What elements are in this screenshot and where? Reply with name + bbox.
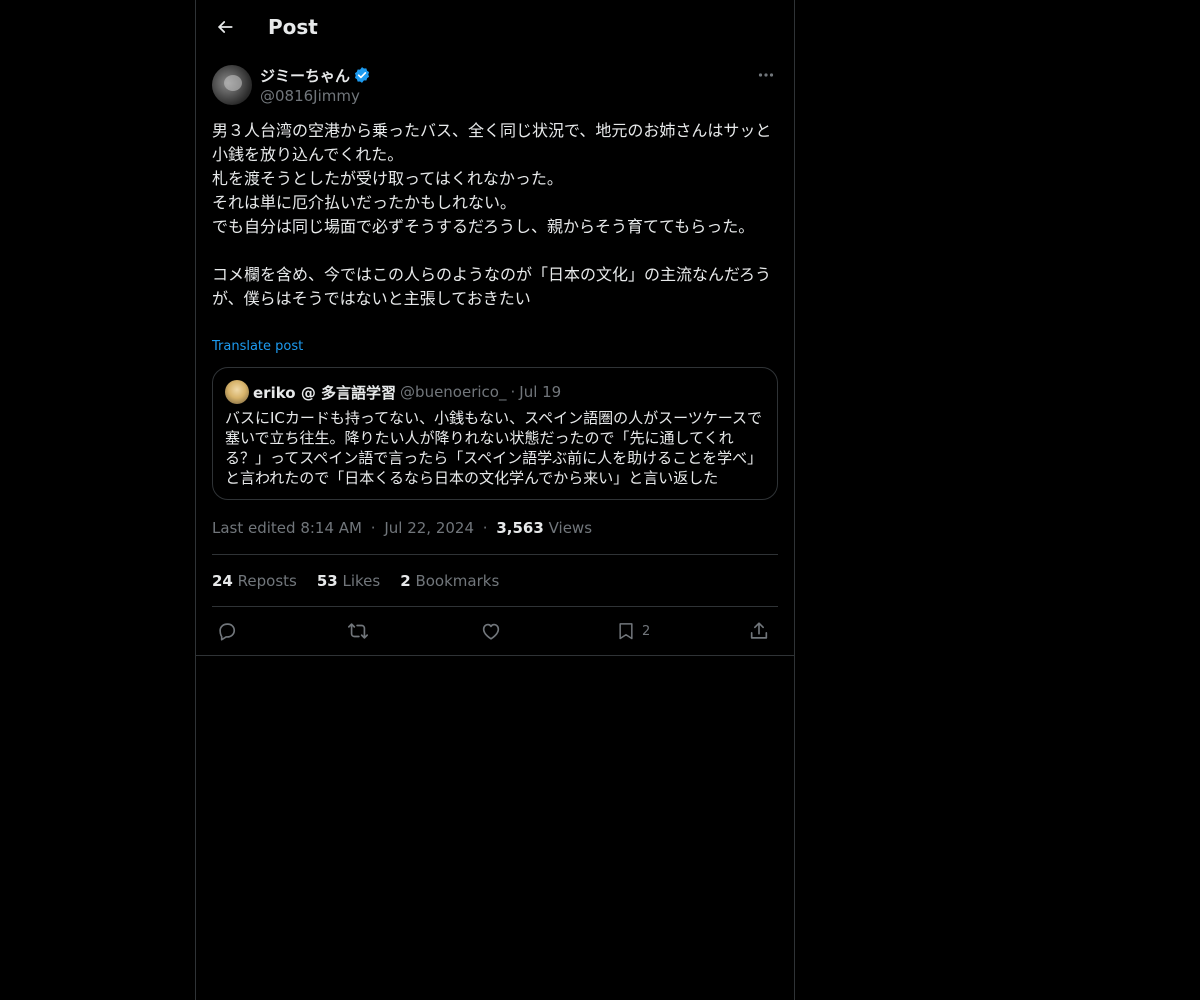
bookmarks-label: Bookmarks (415, 572, 500, 590)
bookmarks-count: 2 (400, 572, 411, 590)
quote-separator: · (510, 383, 516, 401)
quote-avatar (225, 380, 249, 404)
views-count: 3,563 (496, 519, 544, 537)
reposts-count: 24 (212, 572, 233, 590)
quote-date: Jul 19 (519, 383, 562, 401)
post-column: Post ジミーちゃん @0816Jimmy 男３人台湾の空港から乗ったバス、全… (195, 0, 795, 1000)
bookmarks-stat[interactable]: 2 Bookmarks (400, 571, 499, 591)
quoted-post-card[interactable]: eriko @ 多言語学習 @buenoerico_ · Jul 19 バスにI… (212, 367, 778, 500)
more-icon (758, 73, 774, 77)
action-bar: 2 (212, 615, 778, 647)
reposts-label: Reposts (237, 572, 297, 590)
post-date[interactable]: Jul 22, 2024 (384, 519, 474, 537)
divider (212, 606, 778, 607)
post-meta: Last edited 8:14 AM · Jul 22, 2024 · 3,5… (212, 518, 592, 538)
bookmark-count: 2 (642, 623, 651, 639)
quote-header: eriko @ 多言語学習 @buenoerico_ · Jul 19 (225, 380, 561, 404)
bookmark-icon (619, 623, 633, 640)
more-options-button[interactable] (754, 64, 778, 86)
likes-count: 53 (316, 572, 338, 590)
reply-button[interactable] (216, 618, 238, 644)
meta-separator: · (482, 519, 488, 537)
likes-label: Likes (342, 572, 381, 590)
post-header: Post (196, 0, 794, 53)
page-title: Post (268, 15, 318, 39)
share-icon (750, 622, 768, 639)
likes-stat[interactable]: 53 Likes (317, 571, 380, 591)
views-label: Views (548, 519, 593, 537)
author-name-group: ジミーちゃん (260, 64, 371, 86)
author-handle[interactable]: @0816Jimmy (260, 86, 360, 106)
edited-timestamp[interactable]: Last edited 8:14 AM (212, 519, 362, 537)
meta-separator: · (370, 519, 376, 537)
quote-author-name: eriko @ 多言語学習 (253, 383, 397, 402)
translate-post-link[interactable]: Translate post (212, 338, 303, 356)
post-text: 男３人台湾の空港から乗ったバス、全く同じ状況で、地元のお姉さんはサッと小銭を放り… (212, 121, 772, 308)
avatar-image (224, 75, 242, 91)
quote-text: バスにICカードも持ってない、小銭もない、スペイン語圏の人がスーツケースで塞いで… (225, 409, 763, 487)
author-row: ジミーちゃん @0816Jimmy (212, 64, 778, 108)
bookmark-button[interactable]: 2 (616, 618, 650, 644)
repost-icon (348, 623, 368, 639)
like-button[interactable] (480, 618, 502, 644)
divider (196, 655, 794, 656)
reposts-stat[interactable]: 24 Reposts (212, 571, 297, 591)
verified-badge-icon (353, 66, 371, 84)
share-button[interactable] (748, 618, 770, 644)
reply-icon (219, 623, 236, 641)
divider (212, 554, 778, 555)
repost-button[interactable] (346, 618, 370, 644)
author-name[interactable]: ジミーちゃん (260, 65, 350, 86)
heart-icon (482, 623, 500, 640)
quote-author-handle: @buenoerico_ (400, 383, 507, 401)
stats-row: 24 Reposts 53 Likes 2 Bookmarks (212, 571, 519, 591)
arrow-left-icon (218, 21, 233, 33)
back-button[interactable] (208, 10, 242, 44)
avatar[interactable] (212, 65, 252, 105)
